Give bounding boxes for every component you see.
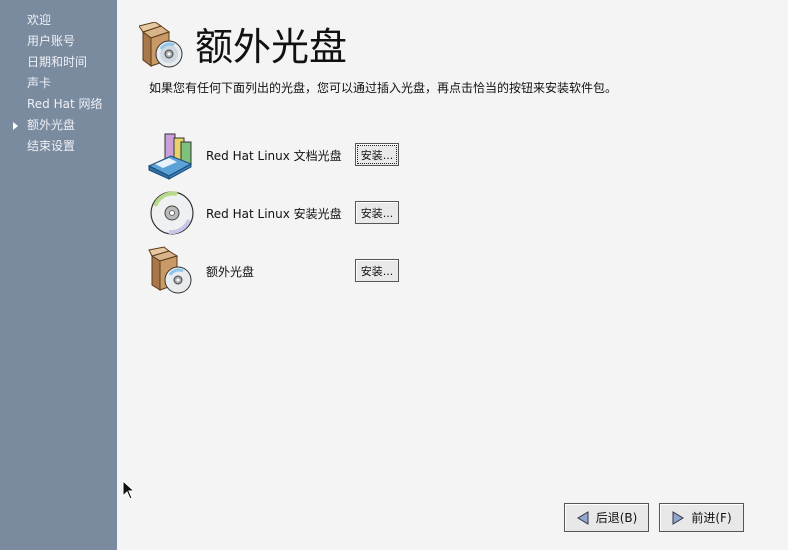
box-cd-icon [139, 22, 183, 68]
sidebar: 欢迎 用户账号 日期和时间 声卡 Red Hat 网络 额外光盘 结束设置 [0, 0, 117, 550]
sidebar-item-label: Red Hat 网络 [27, 97, 103, 111]
sidebar-item-additional-cds: 额外光盘 [0, 115, 117, 136]
sidebar-item-label: 日期和时间 [27, 55, 88, 69]
mouse-pointer-icon [122, 480, 134, 500]
books-icon [147, 133, 193, 180]
sidebar-item-label: 声卡 [27, 76, 52, 90]
sidebar-item-label: 额外光盘 [27, 118, 76, 132]
back-button[interactable]: 后退(B) [564, 503, 649, 532]
install-docs-cd-button[interactable]: 安装... [355, 143, 399, 166]
sidebar-item-sound-card: 声卡 [0, 73, 117, 94]
sidebar-item-red-hat-network: Red Hat 网络 [0, 94, 117, 115]
sidebar-steps: 欢迎 用户账号 日期和时间 声卡 Red Hat 网络 额外光盘 结束设置 [0, 0, 117, 157]
sidebar-item-label: 欢迎 [27, 13, 52, 27]
disc-label: Red Hat Linux 安装光盘 [206, 207, 342, 221]
current-step-arrow-icon [13, 122, 18, 130]
disc-label: 额外光盘 [206, 265, 255, 279]
description-text: 如果您有任何下面列出的光盘，您可以通过插入光盘，再点击恰当的按钮来安装软件包。 [149, 81, 618, 95]
cd-icon [150, 191, 194, 235]
sidebar-item-finish-setup: 结束设置 [0, 136, 117, 157]
back-button-label: 后退(B) [595, 511, 638, 525]
sidebar-item-user-account: 用户账号 [0, 31, 117, 52]
sidebar-item-date-time: 日期和时间 [0, 52, 117, 73]
next-button-label: 前进(F) [691, 511, 732, 525]
sidebar-item-welcome: 欢迎 [0, 10, 117, 31]
next-button[interactable]: 前进(F) [659, 503, 744, 532]
forward-arrow-icon [672, 510, 685, 525]
sidebar-item-label: 结束设置 [27, 139, 76, 153]
sidebar-item-label: 用户账号 [27, 34, 76, 48]
install-additional-cd-button[interactable]: 安装... [355, 259, 399, 282]
disc-label: Red Hat Linux 文档光盘 [206, 149, 342, 163]
box-cd-icon [148, 246, 192, 294]
back-arrow-icon [576, 510, 589, 525]
page-title: 额外光盘 [195, 25, 348, 69]
main-panel: 额外光盘 如果您有任何下面列出的光盘，您可以通过插入光盘，再点击恰当的按钮来安装… [117, 0, 788, 550]
install-installation-cd-button[interactable]: 安装... [355, 201, 399, 224]
